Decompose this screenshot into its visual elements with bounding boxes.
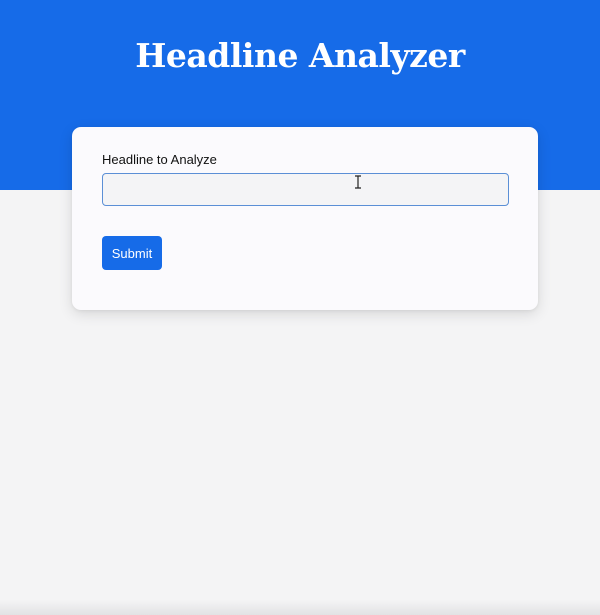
- bottom-edge: [0, 600, 600, 615]
- text-cursor-icon: [355, 175, 361, 189]
- submit-button[interactable]: Submit: [102, 236, 162, 270]
- analyzer-form-card: Headline to Analyze Submit: [72, 127, 538, 310]
- headline-input[interactable]: [102, 173, 509, 206]
- page-title: Headline Analyzer: [135, 36, 465, 75]
- headline-field-label: Headline to Analyze: [102, 152, 217, 167]
